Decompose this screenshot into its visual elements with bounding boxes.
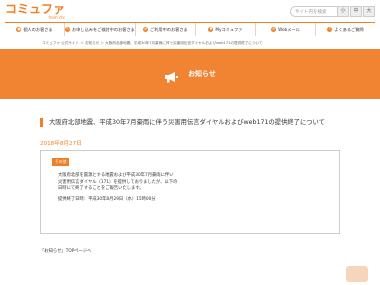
nav-label: 個人のお客さま [23,26,53,32]
nav-item-personal[interactable]: ● 個人のお客さま [5,23,66,36]
floating-action-button[interactable] [346,266,368,282]
font-size-large-button[interactable]: 大 [363,6,375,17]
nav-label: Webメール [278,26,300,32]
page-banner: お知らせ [0,49,380,99]
person-icon: ● [16,27,22,32]
breadcrumb[interactable]: コミュファ 公式サイト ＞ お知らせ ＞ 大阪府北部地震、平成30年7月豪雨に伴… [42,41,263,46]
notice-line: 日時にて終了することをご報告いたします。 [58,186,144,191]
font-size-switcher: 小 中 大 [337,6,375,17]
nav-label: お申し込みをご検討中のお客さま [72,26,135,32]
notice-body: 大阪府北部を震源とする地震および平成30年7月豪雨に伴い 災害用伝言ダイヤル（1… [58,173,208,203]
font-size-small-button[interactable]: 小 [337,6,349,17]
search-placeholder: サイト内を検索 [295,10,327,15]
mail-icon: ✉ [271,27,277,32]
back-to-news-link[interactable]: 「お知らせ」TOPページへ [40,248,91,254]
wrench-icon: ⚙ [143,27,149,32]
article-date: 2018年8月27日 [40,141,82,147]
form-icon: ✎ [65,27,71,32]
global-nav: ● 個人のお客さま ✎ お申し込みをご検討中のお客さま ⚙ ご利用中のお客さま … [5,22,375,36]
nav-item-users[interactable]: ⚙ ご利用中のお客さま [136,23,196,36]
notice-end-datetime: 提供終了日時：平成30年8月29日（水）15時00分 [58,196,156,202]
article-title: 大阪府北部地震、平成30年7月豪雨に伴う災害用伝言ダイヤルおよびweb171の提… [40,118,340,127]
logo[interactable]: コミュファ from ctc [5,3,65,21]
nav-label: ご利用中のお客さま [150,26,188,32]
question-icon: ? [327,27,333,32]
article: 大阪府北部地震、平成30年7月豪雨に伴う災害用伝言ダイヤルおよびweb171の提… [40,118,340,234]
nav-item-faq[interactable]: ? よくあるご質問 [316,23,375,36]
category-badge: その他 [52,158,70,166]
nav-item-apply[interactable]: ✎ お申し込みをご検討中のお客さま [65,23,136,36]
font-size-medium-button[interactable]: 中 [350,6,362,17]
megaphone-icon [164,68,179,83]
page-title: お知らせ [188,70,216,78]
nav-label: よくあるご質問 [334,26,364,32]
nav-label: Myコミュファ [215,26,243,32]
nav-item-webmail[interactable]: ✉ Webメール [256,23,316,36]
notice-box: その他 大阪府北部を震源とする地震および平成30年7月豪雨に伴い 災害用伝言ダイ… [40,150,340,234]
heart-icon: ♥ [208,27,214,32]
nav-item-mycommufa[interactable]: ♥ Myコミュファ [196,23,256,36]
